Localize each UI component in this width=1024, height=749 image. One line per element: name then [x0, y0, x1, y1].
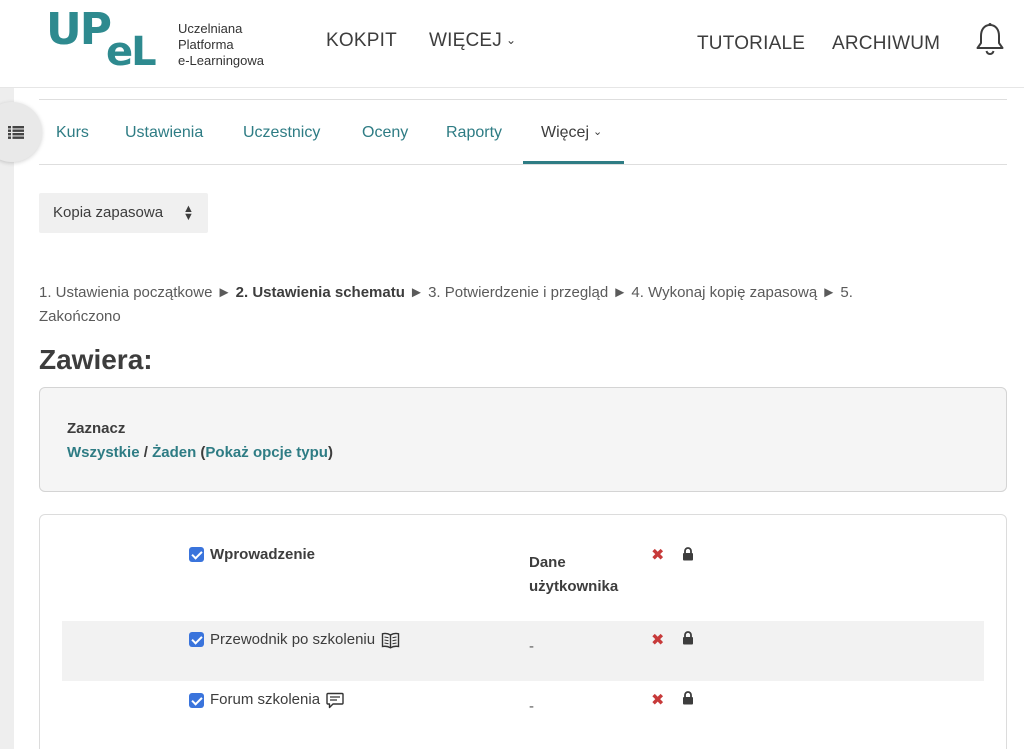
logo-text-line1: Uczelniana — [178, 21, 243, 36]
activity-label-text: Przewodnik po szkoleniu — [210, 631, 376, 648]
select-slash: / — [143, 444, 148, 461]
drawer-toggle-button[interactable] — [0, 102, 42, 162]
logo-text-line2: Platforma — [178, 37, 234, 52]
section-title: Zawiera: — [39, 344, 153, 375]
course-nav-raporty[interactable]: Raporty — [446, 124, 502, 142]
course-nav-oceny[interactable]: Oceny — [362, 124, 408, 142]
nav-kokpit[interactable]: KOKPIT — [326, 30, 397, 52]
activity-label: Przewodnik po szkoleniu — [210, 631, 400, 649]
sort-arrows-icon: ▲ ▼ — [183, 203, 194, 223]
select-all-box: Zaznacz Wszystkie / Żaden (Pokaż opcje t… — [39, 387, 1007, 492]
backup-items-panel: Wprowadzenie Dane użytkownika ✖ Przewodn… — [39, 514, 1007, 749]
section-row: Wprowadzenie Dane użytkownika ✖ — [62, 535, 984, 621]
upel-logo[interactable]: UP eL Uczelniana Platforma e-Learningowa — [46, 4, 264, 75]
logo-mark: UP eL — [46, 4, 170, 75]
activity-checkbox[interactable] — [189, 693, 204, 708]
user-data-header: Dane użytkownika — [529, 551, 618, 599]
show-type-options-link[interactable]: Pokaż opcje typu — [205, 444, 328, 461]
chevron-down-icon: ⌄ — [593, 126, 603, 138]
activity-row: Przewodnik po szkoleniu - ✖ — [62, 621, 984, 681]
nav-wiecej-label: WIĘCEJ — [429, 30, 502, 51]
lock-icon — [683, 631, 693, 645]
lock-icon — [683, 547, 693, 561]
user-data-value: - — [529, 698, 534, 715]
bell-icon[interactable] — [974, 22, 1006, 56]
drawer-strip — [0, 88, 14, 749]
step-4: 4. Wykonaj kopię zapasową — [631, 284, 818, 301]
lock-icon — [683, 691, 693, 705]
book-icon — [382, 632, 400, 649]
activity-label: Forum szkolenia — [210, 691, 344, 709]
logo-text: Uczelniana Platforma e-Learningowa — [178, 21, 298, 69]
course-nav-wiecej-label: Więcej — [541, 124, 590, 141]
step-5-number: 5. — [840, 284, 853, 301]
activity-row: Forum szkolenia - ✖ — [62, 681, 984, 741]
course-nav-wiecej[interactable]: Więcej ⌄ — [541, 124, 602, 142]
select-all-link[interactable]: Wszystkie — [67, 444, 140, 461]
backup-steps: 1. Ustawienia początkowe ► 2. Ustawienia… — [39, 281, 979, 329]
select-label: Zaznacz — [67, 420, 126, 437]
nav-archiwum[interactable]: ARCHIWUM — [832, 33, 940, 55]
forum-icon — [326, 692, 344, 708]
select-close-paren: ) — [327, 444, 333, 461]
course-nav-uczestnicy[interactable]: Uczestnicy — [243, 124, 320, 142]
nav-wiecej[interactable]: WIĘCEJ ⌄ — [429, 30, 516, 52]
activity-label-text: Forum szkolenia — [210, 691, 321, 708]
step-separator: ► — [612, 284, 628, 301]
step-1: 1. Ustawienia początkowe — [39, 284, 213, 301]
step-separator: ► — [216, 284, 232, 301]
user-data-header-line2: użytkownika — [529, 578, 619, 595]
backup-select-label: Kopia zapasowa — [53, 204, 164, 221]
step-separator: ► — [409, 284, 424, 301]
backup-select[interactable]: Kopia zapasowa ▲ ▼ — [39, 193, 208, 233]
active-tab-indicator — [523, 161, 624, 164]
top-navbar: UP eL Uczelniana Platforma e-Learningowa… — [0, 0, 1024, 88]
user-data-header-line1: Dane — [529, 554, 566, 571]
chevron-down-icon: ⌄ — [505, 33, 517, 47]
step-3: 3. Potwierdzenie i przegląd — [428, 284, 609, 301]
cross-icon: ✖ — [651, 692, 665, 709]
logo-mark-top: UP — [46, 4, 112, 55]
activity-checkbox[interactable] — [189, 632, 204, 647]
step-separator: ► — [821, 284, 837, 301]
select-none-link[interactable]: Żaden — [152, 444, 196, 461]
course-nav-ustawienia[interactable]: Ustawienia — [125, 124, 203, 142]
section-label: Wprowadzenie — [210, 546, 316, 563]
user-data-value: - — [529, 638, 534, 655]
section-checkbox[interactable] — [189, 547, 204, 562]
list-icon — [8, 125, 24, 139]
cross-icon: ✖ — [651, 632, 665, 649]
logo-mark-bottom: eL — [106, 29, 157, 75]
course-nav: Kurs Ustawienia Uczestnicy Oceny Raporty… — [39, 99, 1007, 165]
cross-icon: ✖ — [651, 547, 665, 564]
logo-text-line3: e-Learningowa — [178, 53, 265, 68]
step-5: Zakończono — [39, 308, 121, 325]
select-links: Wszystkie / Żaden (Pokaż opcje typu) — [67, 444, 333, 461]
course-nav-kurs[interactable]: Kurs — [56, 124, 89, 142]
nav-tutoriale[interactable]: TUTORIALE — [697, 33, 805, 55]
step-2-current: 2. Ustawienia schematu — [235, 284, 405, 301]
